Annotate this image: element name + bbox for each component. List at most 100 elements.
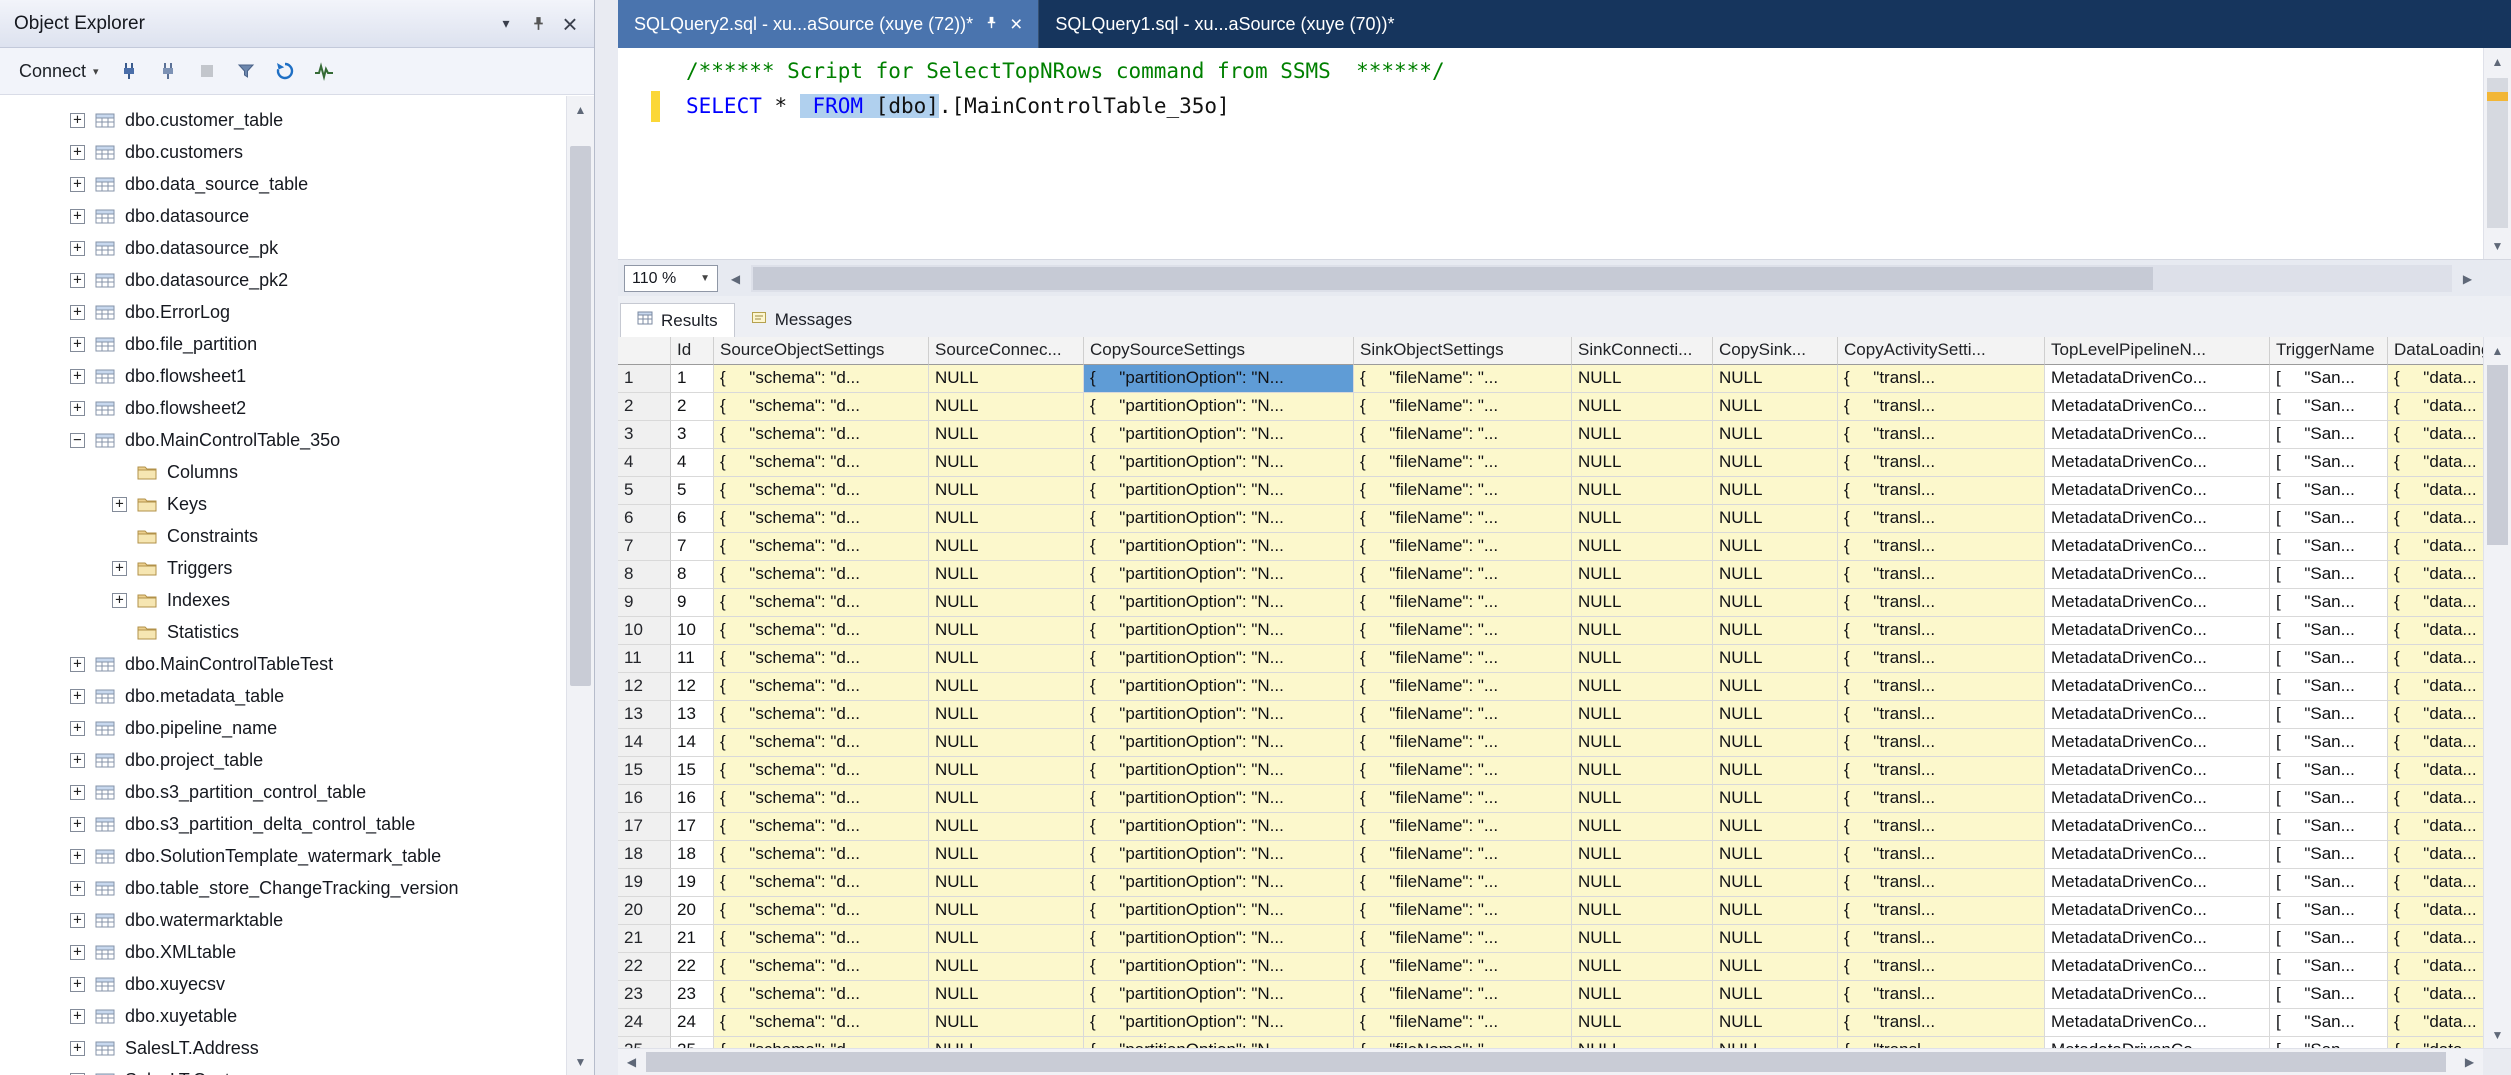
- grid-cell[interactable]: 25: [671, 1037, 714, 1048]
- column-header[interactable]: Id: [671, 337, 714, 365]
- grid-corner[interactable]: [618, 337, 671, 365]
- grid-cell[interactable]: { "transl...: [1838, 477, 2045, 505]
- grid-cell[interactable]: NULL: [929, 897, 1084, 925]
- expand-icon[interactable]: +: [70, 913, 85, 928]
- column-header[interactable]: SourceObjectSettings: [714, 337, 929, 365]
- grid-cell[interactable]: { "schema": "d...: [714, 617, 929, 645]
- pin-icon[interactable]: [984, 14, 999, 35]
- close-icon[interactable]: ×: [1010, 14, 1022, 35]
- grid-cell[interactable]: { "partitionOption": "N...: [1084, 1009, 1354, 1037]
- scroll-right-icon[interactable]: ▶: [2456, 1049, 2483, 1075]
- grid-cell[interactable]: NULL: [1713, 953, 1838, 981]
- grid-cell[interactable]: { "partitionOption": "N...: [1084, 1037, 1354, 1048]
- grid-cell[interactable]: NULL: [1713, 561, 1838, 589]
- grid-cell[interactable]: 3: [671, 421, 714, 449]
- grid-cell[interactable]: MetadataDrivenCo...: [2045, 617, 2270, 645]
- grid-cell[interactable]: NULL: [1572, 953, 1713, 981]
- tab-messages[interactable]: Messages: [735, 303, 868, 337]
- row-number[interactable]: 11: [618, 645, 671, 673]
- grid-cell[interactable]: NULL: [929, 505, 1084, 533]
- grid-cell[interactable]: [ "San...: [2270, 813, 2388, 841]
- expand-icon[interactable]: +: [70, 977, 85, 992]
- row-number[interactable]: 16: [618, 785, 671, 813]
- grid-cell[interactable]: { "fileName": "...: [1354, 701, 1572, 729]
- grid-cell[interactable]: MetadataDrivenCo...: [2045, 841, 2270, 869]
- scroll-up-icon[interactable]: ▲: [567, 96, 594, 123]
- grid-cell[interactable]: MetadataDrivenCo...: [2045, 729, 2270, 757]
- grid-cell[interactable]: NULL: [929, 645, 1084, 673]
- grid-cell[interactable]: 19: [671, 869, 714, 897]
- grid-cell[interactable]: { "transl...: [1838, 645, 2045, 673]
- activity-monitor-icon[interactable]: [306, 54, 342, 88]
- grid-cell[interactable]: { "transl...: [1838, 869, 2045, 897]
- grid-cell[interactable]: NULL: [1572, 1009, 1713, 1037]
- grid-cell[interactable]: MetadataDrivenCo...: [2045, 1037, 2270, 1048]
- tree-item[interactable]: +Constraints: [0, 520, 566, 552]
- grid-cell[interactable]: NULL: [929, 617, 1084, 645]
- tree-item[interactable]: +Keys: [0, 488, 566, 520]
- tree-item[interactable]: +dbo.flowsheet2: [0, 392, 566, 424]
- grid-cell[interactable]: NULL: [1713, 813, 1838, 841]
- grid-cell[interactable]: MetadataDrivenCo...: [2045, 701, 2270, 729]
- grid-cell[interactable]: NULL: [1713, 421, 1838, 449]
- grid-cell[interactable]: { "fileName": "...: [1354, 981, 1572, 1009]
- grid-cell[interactable]: 2: [671, 393, 714, 421]
- grid-cell[interactable]: { "partitionOption": "N...: [1084, 477, 1354, 505]
- tree-item[interactable]: +dbo.file_partition: [0, 328, 566, 360]
- grid-cell[interactable]: { "fileName": "...: [1354, 757, 1572, 785]
- grid-cell[interactable]: 23: [671, 981, 714, 1009]
- grid-cell[interactable]: [ "San...: [2270, 673, 2388, 701]
- grid-cell[interactable]: { "partitionOption": "N...: [1084, 869, 1354, 897]
- grid-cell[interactable]: { "transl...: [1838, 449, 2045, 477]
- grid-cell[interactable]: NULL: [929, 813, 1084, 841]
- grid-cell[interactable]: 17: [671, 813, 714, 841]
- tab-sqlquery1[interactable]: SQLQuery1.sql - xu...aSource (xuye (70))…: [1038, 0, 1410, 48]
- grid-cell[interactable]: MetadataDrivenCo...: [2045, 785, 2270, 813]
- grid-cell[interactable]: NULL: [929, 393, 1084, 421]
- grid-cell[interactable]: NULL: [1713, 897, 1838, 925]
- grid-cell[interactable]: { "schema": "d...: [714, 897, 929, 925]
- grid-cell[interactable]: 4: [671, 449, 714, 477]
- expand-icon[interactable]: +: [70, 881, 85, 896]
- scroll-up-icon[interactable]: ▲: [2484, 48, 2511, 75]
- expand-icon[interactable]: +: [112, 593, 127, 608]
- grid-cell[interactable]: { "fileName": "...: [1354, 953, 1572, 981]
- grid-cell[interactable]: [ "San...: [2270, 1037, 2388, 1048]
- grid-cell[interactable]: [ "San...: [2270, 897, 2388, 925]
- expand-icon[interactable]: +: [70, 657, 85, 672]
- row-number[interactable]: 25: [618, 1037, 671, 1048]
- grid-cell[interactable]: MetadataDrivenCo...: [2045, 869, 2270, 897]
- tree-item[interactable]: +dbo.XMLtable: [0, 936, 566, 968]
- grid-cell[interactable]: { "partitionOption": "N...: [1084, 617, 1354, 645]
- scrollbar-thumb[interactable]: [2487, 365, 2508, 545]
- grid-cell[interactable]: NULL: [929, 365, 1084, 393]
- row-number[interactable]: 4: [618, 449, 671, 477]
- grid-cell[interactable]: { "transl...: [1838, 785, 2045, 813]
- grid-cell[interactable]: { "schema": "d...: [714, 757, 929, 785]
- grid-cell[interactable]: { "schema": "d...: [714, 701, 929, 729]
- row-number[interactable]: 7: [618, 533, 671, 561]
- grid-cell[interactable]: { "schema": "d...: [714, 953, 929, 981]
- grid-cell[interactable]: [ "San...: [2270, 589, 2388, 617]
- window-position-icon[interactable]: ▾: [490, 8, 522, 40]
- grid-cell[interactable]: { "schema": "d...: [714, 449, 929, 477]
- grid-cell[interactable]: NULL: [1572, 813, 1713, 841]
- grid-cell[interactable]: [ "San...: [2270, 645, 2388, 673]
- grid-cell[interactable]: [ "San...: [2270, 561, 2388, 589]
- grid-cell[interactable]: { "fileName": "...: [1354, 449, 1572, 477]
- grid-cell[interactable]: MetadataDrivenCo...: [2045, 981, 2270, 1009]
- tree-item[interactable]: +dbo.datasource_pk2: [0, 264, 566, 296]
- column-header[interactable]: CopyActivitySetti...: [1838, 337, 2045, 365]
- sql-editor[interactable]: /****** Script for SelectTopNRows comman…: [618, 48, 2483, 259]
- grid-cell[interactable]: NULL: [929, 477, 1084, 505]
- grid-cell[interactable]: [ "San...: [2270, 869, 2388, 897]
- grid-cell[interactable]: { "schema": "d...: [714, 1009, 929, 1037]
- row-number[interactable]: 15: [618, 757, 671, 785]
- column-header[interactable]: SinkObjectSettings: [1354, 337, 1572, 365]
- grid-cell[interactable]: [ "San...: [2270, 533, 2388, 561]
- row-number[interactable]: 24: [618, 1009, 671, 1037]
- scroll-down-icon[interactable]: ▼: [2484, 232, 2511, 259]
- expand-icon[interactable]: +: [70, 817, 85, 832]
- grid-cell[interactable]: [ "San...: [2270, 477, 2388, 505]
- grid-cell[interactable]: NULL: [1572, 729, 1713, 757]
